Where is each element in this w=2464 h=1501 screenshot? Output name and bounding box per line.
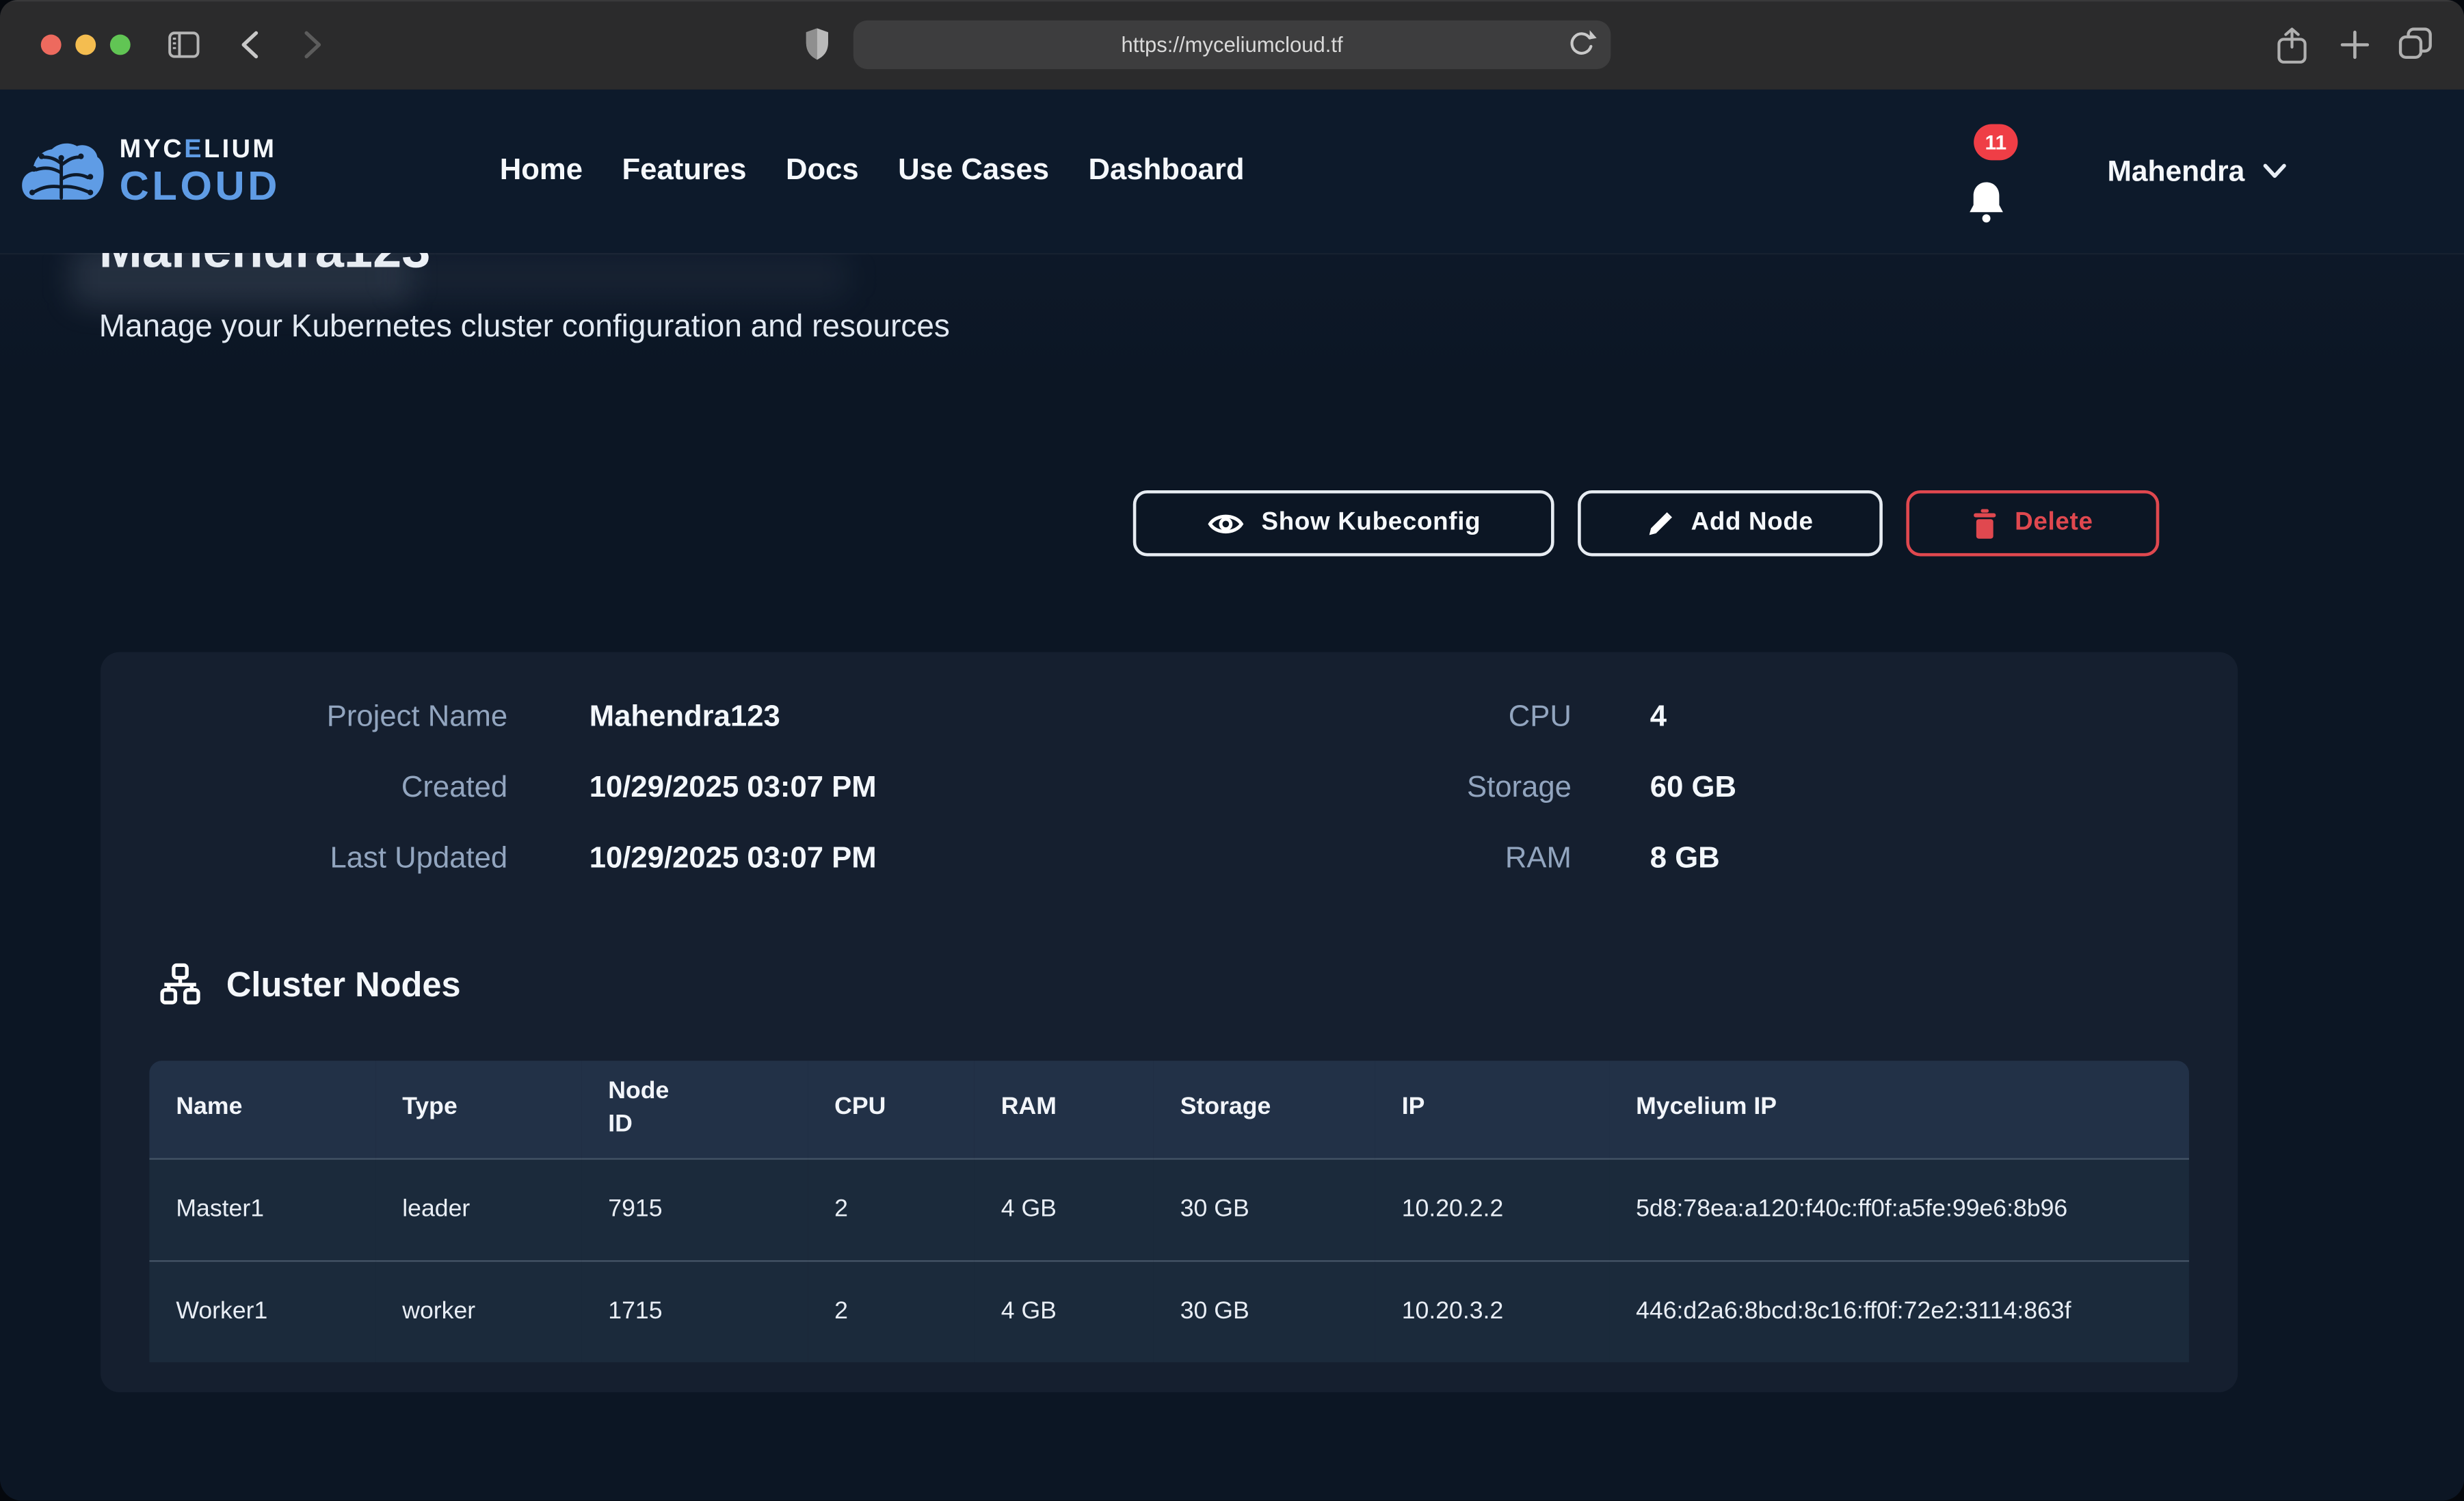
cluster-nodes-header: Cluster Nodes <box>157 964 461 1006</box>
privacy-shield-icon[interactable] <box>805 27 830 62</box>
add-node-button[interactable]: Add Node <box>1578 490 1883 557</box>
delete-cluster-button[interactable]: Delete <box>1906 490 2159 557</box>
back-button[interactable] <box>239 30 261 60</box>
brand-e-bars: E <box>184 135 204 163</box>
browser-window: https://myceliumcloud.tf Mahendra123 <box>0 0 2464 1500</box>
new-tab-icon[interactable] <box>2340 30 2370 60</box>
col-header-ram: RAM <box>975 1061 1154 1158</box>
bell-icon <box>1964 181 2008 228</box>
top-navbar: MYCELIUM CLOUD Home Features Docs Use Ca… <box>0 90 2464 253</box>
browser-chrome: https://myceliumcloud.tf <box>0 0 2464 90</box>
table-row: Master1 leader 7915 2 4 GB 30 GB 10.20.2… <box>149 1158 2189 1260</box>
brand-wordmark: MYCELIUM CLOUD <box>120 137 280 205</box>
col-header-ip: IP <box>1375 1061 1609 1158</box>
cell-cpu: 2 <box>808 1158 975 1260</box>
detail-cpu: CPU 4 <box>1336 701 1667 736</box>
address-bar-url: https://myceliumcloud.tf <box>1121 33 1342 56</box>
cluster-actions-toolbar: Show Kubeconfig Add Node Delete <box>1133 490 2160 557</box>
nav-link-docs[interactable]: Docs <box>786 154 859 189</box>
sidebar-toggle-icon[interactable] <box>168 31 200 58</box>
cell-ip: 10.20.2.2 <box>1375 1158 1609 1260</box>
cluster-nodes-table: Name Type Node ID CPU RAM Storage IP Myc… <box>149 1061 2189 1362</box>
col-header-cpu: CPU <box>808 1061 975 1158</box>
share-icon[interactable] <box>2277 27 2307 64</box>
zoom-window-button[interactable] <box>110 35 131 55</box>
cell-ip: 10.20.3.2 <box>1375 1261 1609 1362</box>
detail-created: Created 10/29/2025 03:07 PM <box>157 771 877 806</box>
page-subtitle: Manage your Kubernetes cluster configura… <box>99 310 950 346</box>
cell-type: leader <box>375 1158 581 1260</box>
detail-last-updated: Last Updated 10/29/2025 03:07 PM <box>157 842 877 877</box>
cell-storage: 30 GB <box>1154 1158 1375 1260</box>
chevron-down-icon <box>2264 163 2287 179</box>
minimize-window-button[interactable] <box>75 35 96 55</box>
nav-link-features[interactable]: Features <box>622 154 747 189</box>
table-row: Worker1 worker 1715 2 4 GB 30 GB 10.20.3… <box>149 1261 2189 1362</box>
cell-mycelium-ip: 5d8:78ea:a120:f40c:ff0f:a5fe:99e6:8b96 <box>1609 1158 2189 1260</box>
col-header-name: Name <box>149 1061 375 1158</box>
notifications-button[interactable]: 11 <box>1961 124 2037 231</box>
address-bar[interactable]: https://myceliumcloud.tf <box>853 21 1611 69</box>
tab-overview-icon[interactable] <box>2398 27 2435 63</box>
cluster-details-card: Project Name Mahendra123 Created 10/29/2… <box>101 652 2238 1392</box>
table-header-row: Name Type Node ID CPU RAM Storage IP Myc… <box>149 1061 2189 1158</box>
scroll-blur-artifact-2 <box>393 253 848 300</box>
cell-storage: 30 GB <box>1154 1261 1375 1362</box>
cell-name: Worker1 <box>149 1261 375 1362</box>
cell-ram: 4 GB <box>975 1261 1154 1362</box>
detail-storage: Storage 60 GB <box>1336 771 1736 806</box>
cluster-nodes-icon <box>157 964 203 1006</box>
nav-link-home[interactable]: Home <box>500 154 583 189</box>
nav-link-dashboard[interactable]: Dashboard <box>1089 154 1245 189</box>
col-header-node-id: Node ID <box>581 1061 808 1158</box>
forward-button[interactable] <box>302 30 323 60</box>
cell-node-id: 7915 <box>581 1158 808 1260</box>
cell-node-id: 1715 <box>581 1261 808 1362</box>
eye-icon <box>1206 510 1244 537</box>
user-menu[interactable]: Mahendra <box>2107 90 2287 253</box>
cluster-nodes-title: Cluster Nodes <box>226 964 461 1005</box>
page-content: Mahendra123 <box>0 90 2464 1501</box>
notification-count-badge: 11 <box>1974 124 2017 161</box>
nav-links: Home Features Docs Use Cases Dashboard <box>500 90 1245 253</box>
col-header-mycelium-ip: Mycelium IP <box>1609 1061 2189 1158</box>
cell-mycelium-ip: 446:d2a6:8bcd:8c16:ff0f:72e2:3114:863f <box>1609 1261 2189 1362</box>
cell-type: worker <box>375 1261 581 1362</box>
cell-ram: 4 GB <box>975 1158 1154 1260</box>
detail-project-name: Project Name Mahendra123 <box>157 701 780 736</box>
brand-logo[interactable]: MYCELIUM CLOUD <box>21 137 280 205</box>
col-header-storage: Storage <box>1154 1061 1375 1158</box>
col-header-type: Type <box>375 1061 581 1158</box>
close-window-button[interactable] <box>41 35 62 55</box>
traffic-lights <box>41 35 131 55</box>
show-kubeconfig-button[interactable]: Show Kubeconfig <box>1133 490 1554 557</box>
reload-icon[interactable] <box>1565 28 1597 59</box>
cell-cpu: 2 <box>808 1261 975 1362</box>
pencil-icon <box>1647 510 1673 537</box>
user-name: Mahendra <box>2107 154 2244 189</box>
scroll-blur-artifact <box>70 247 408 306</box>
trash-icon <box>1972 508 1998 538</box>
detail-ram: RAM 8 GB <box>1336 842 1720 877</box>
nav-link-use-cases[interactable]: Use Cases <box>898 154 1049 189</box>
cell-name: Master1 <box>149 1158 375 1260</box>
mycelium-cloud-logo-icon <box>21 141 105 200</box>
